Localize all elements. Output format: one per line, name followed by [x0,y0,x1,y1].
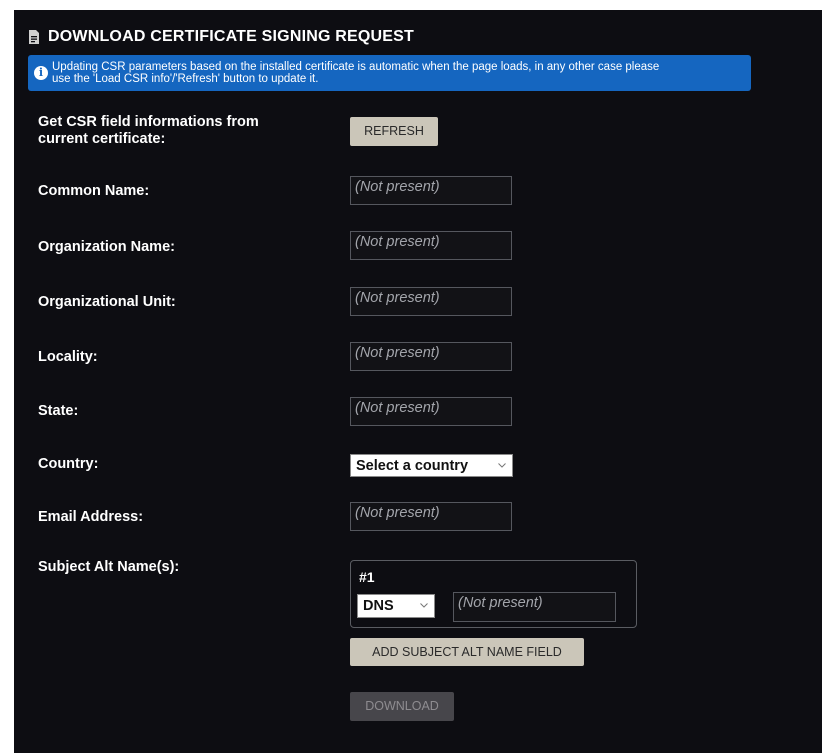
refresh-label-line1: Get CSR field informations from [38,114,259,130]
info-text-line2: use the 'Load CSR info'/'Refresh' button… [52,73,319,85]
san-type-select[interactable]: DNS [357,594,435,618]
section-title-text: DOWNLOAD CERTIFICATE SIGNING REQUEST [48,28,415,45]
san-value-field[interactable]: (Not present) [453,592,616,622]
san-label: Subject Alt Name(s): [38,559,180,575]
add-san-button[interactable]: ADD SUBJECT ALT NAME FIELD [350,638,584,666]
common-name-field[interactable]: (Not present) [350,176,512,205]
refresh-label-line2: current certificate: [38,131,166,147]
country-label: Country: [38,456,99,472]
document-icon [29,30,39,44]
section-title: DOWNLOAD CERTIFICATE SIGNING REQUEST [28,28,414,46]
locality-label: Locality: [38,349,98,365]
san-entry-box: #1 DNS (Not present) [350,560,637,628]
organizational-unit-field[interactable]: (Not present) [350,287,512,316]
refresh-button[interactable]: REFRESH [350,117,438,146]
organization-name-field[interactable]: (Not present) [350,231,512,260]
chevron-down-icon [420,603,428,608]
refresh-label: Get CSR field informations from current … [38,114,259,148]
locality-field[interactable]: (Not present) [350,342,512,371]
email-label: Email Address: [38,509,144,525]
chevron-down-icon [498,463,506,468]
organizational-unit-label: Organizational Unit: [38,294,176,310]
state-label: State: [38,403,79,419]
download-button[interactable]: DOWNLOAD [350,692,454,721]
info-text: Updating CSR parameters based on the ins… [52,61,659,85]
san-entry-number: #1 [359,569,375,585]
email-field[interactable]: (Not present) [350,502,512,531]
country-select-value: Select a country [356,458,469,474]
info-banner: i Updating CSR parameters based on the i… [28,55,751,91]
info-icon: i [34,66,48,80]
csr-panel: DOWNLOAD CERTIFICATE SIGNING REQUEST i U… [14,10,822,753]
info-text-line1: Updating CSR parameters based on the ins… [52,61,660,73]
san-type-value: DNS [363,598,394,614]
common-name-label: Common Name: [38,183,150,199]
state-field[interactable]: (Not present) [350,397,512,426]
organization-name-label: Organization Name: [38,239,175,255]
country-select[interactable]: Select a country [350,454,513,477]
